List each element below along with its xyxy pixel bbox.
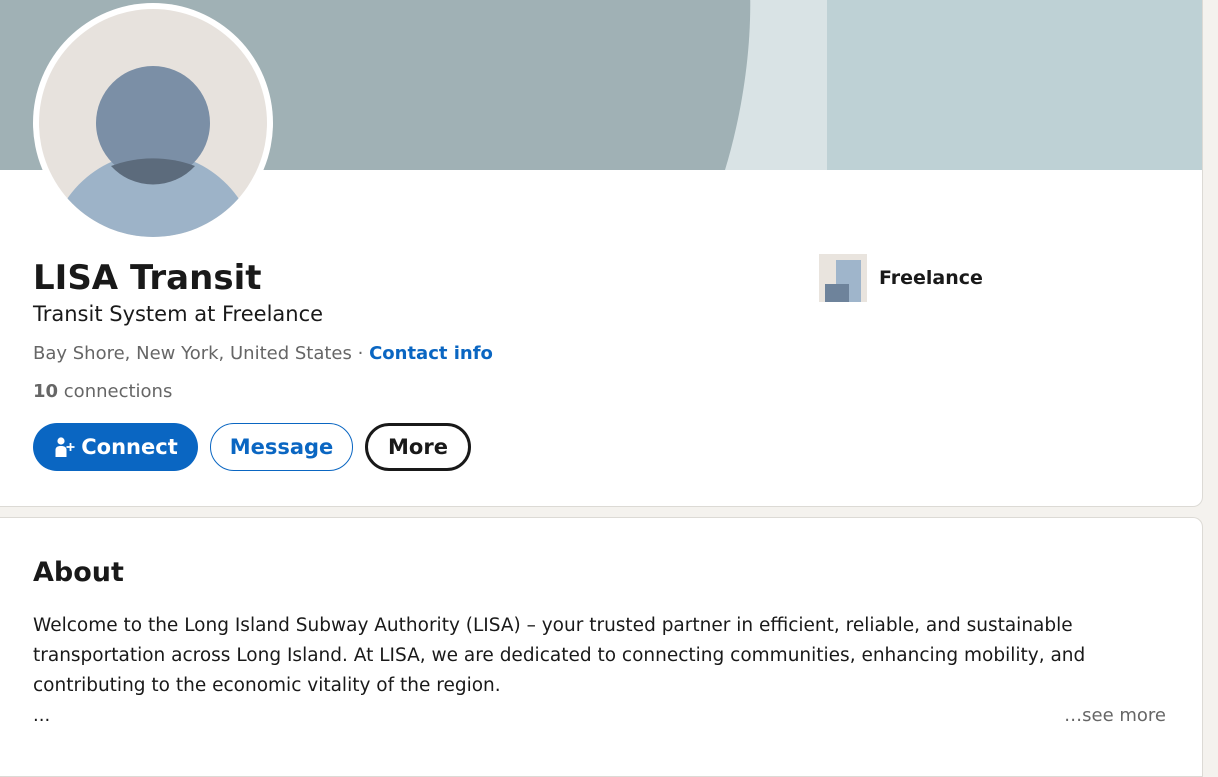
connect-label: Connect: [81, 435, 178, 459]
more-button[interactable]: More: [365, 423, 471, 471]
location-line: Bay Shore, New York, United States · Con…: [33, 341, 493, 367]
about-title: About: [33, 557, 124, 588]
about-text: Welcome to the Long Island Subway Author…: [33, 615, 1086, 696]
message-button[interactable]: Message: [210, 423, 353, 471]
company-name: Freelance: [879, 267, 983, 289]
connections-label: connections: [58, 381, 173, 402]
location-separator: ·: [351, 343, 370, 364]
connect-button[interactable]: Connect: [33, 423, 198, 471]
profile-card: LISA Transit Transit System at Freelance…: [0, 0, 1203, 507]
about-section: About Welcome to the Long Island Subway …: [0, 517, 1203, 777]
about-ellipsis: ...: [33, 705, 51, 726]
profile-headline: Transit System at Freelance: [33, 302, 324, 326]
profile-location: Bay Shore, New York, United States: [33, 343, 352, 364]
see-more-button[interactable]: …see more: [1064, 701, 1166, 731]
connections-count: 10: [33, 381, 59, 402]
profile-name: LISA Transit: [33, 258, 262, 298]
current-company[interactable]: Freelance: [819, 254, 983, 302]
contact-info-link[interactable]: Contact info: [369, 343, 493, 364]
profile-avatar[interactable]: [33, 3, 273, 243]
company-logo-icon: [819, 254, 867, 302]
default-person-avatar-icon: [39, 9, 267, 237]
more-label: More: [388, 435, 448, 459]
add-person-icon: [53, 436, 75, 458]
message-label: Message: [229, 435, 334, 459]
connections-info[interactable]: 10 connections: [33, 379, 172, 405]
